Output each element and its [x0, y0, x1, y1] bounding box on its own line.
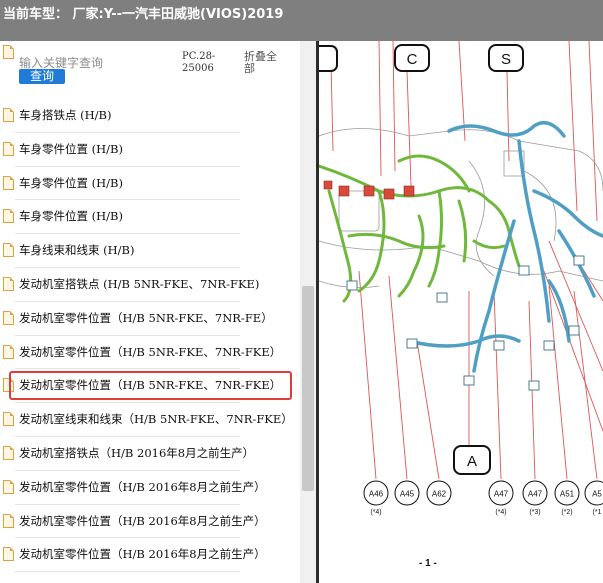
connector-note: (*4) — [370, 509, 381, 516]
small-connectors — [346, 255, 585, 391]
document-icon — [3, 141, 14, 156]
list-item-label: 发动机室搭铁点（H/B 2016年8月之前生产） — [19, 446, 255, 460]
document-icon — [3, 209, 14, 224]
list-item[interactable]: 发动机室零件位置（H/B 5NR-FKE、7NR-FE） — [0, 302, 300, 336]
connector-label: A5 — [592, 490, 602, 499]
list-item-label: 发动机室零件位置（H/B 2016年8月之前生产） — [19, 479, 266, 494]
connector-label: A46 — [369, 490, 384, 499]
document-icon — [3, 175, 14, 190]
list-item[interactable]: 发动机室零件位置（H/B 5NR-FKE、7NR-FKE） — [0, 369, 300, 404]
connector-note: (*1 — [593, 509, 602, 516]
scrollbar-thumb[interactable] — [302, 286, 314, 491]
list-item[interactable]: 车身线束和线束 (H/B) — [0, 234, 300, 268]
list-item[interactable]: 车身零件位置 (H/B) — [0, 167, 300, 201]
list-divider — [15, 571, 240, 573]
list-item-label: 车身零件位置 (H/B) — [19, 141, 123, 156]
document-icon — [3, 45, 14, 59]
connector-callouts: A46 (*4) A45 A62 A47 (*4) A47 (*3) A51 (*2) A5 (*1 — [363, 480, 603, 516]
title-bar: 当前车型： 厂家:Y--一汽丰田威驰(VIOS)2019 — [0, 0, 603, 41]
connector-label: A62 — [432, 490, 447, 499]
document-icon — [3, 277, 14, 291]
page-number: - 1 - — [419, 558, 437, 569]
selection-highlight — [9, 371, 292, 401]
document-icon — [3, 513, 14, 528]
list-item[interactable]: 发动机室搭铁点（H/B 2016年8月之前生产） — [0, 437, 300, 471]
connector-note: (*4) — [495, 509, 506, 516]
list-item[interactable]: 发动机室零件位置（H/B 2016年8月之前生产） — [0, 538, 300, 573]
list-item[interactable]: 发动机室线束和线束（H/B 5NR-FKE、7NR-FKE） — [0, 403, 300, 437]
document-icon — [3, 412, 14, 427]
leader-lines — [330, 41, 603, 480]
list-item-label: 发动机室搭铁点 (H/B 5NR-FKE、7NR-FKE) — [19, 277, 260, 291]
connector-label: A47 — [494, 490, 509, 499]
pc-code: PC.28-25006 — [182, 51, 216, 74]
window-title: 当前车型： 厂家:Y--一汽丰田威驰(VIOS)2019 — [3, 7, 284, 22]
document-icon — [3, 310, 14, 325]
list-item[interactable]: 车身零件位置 (H/B) — [0, 200, 300, 235]
connector-note: (*3) — [529, 509, 540, 516]
callout-box-partial — [319, 45, 338, 72]
connector-note: (*2) — [561, 509, 572, 516]
document-icon — [3, 446, 14, 460]
connector-label: A45 — [400, 490, 415, 499]
list-item-label: 发动机室零件位置（H/B 2016年8月之前生产） — [19, 547, 266, 562]
engine-bay-diagram: C S A A46 (*4) A45 A62 A47 (*4) A47 (*3) A51 (*2)… — [319, 41, 603, 569]
collapse-all-button[interactable]: 折叠全部 — [244, 51, 278, 75]
list-item[interactable]: 发动机室零件位置（H/B 2016年8月之前生产） — [0, 471, 300, 505]
sidebar: 输入关键字查询 查询 PC.28-25006 折叠全部 车身搭铁点 (H/B) 车… — [0, 41, 316, 583]
document-icon — [3, 344, 14, 359]
document-icon — [3, 243, 14, 258]
document-icon — [3, 547, 14, 562]
list-item-label: 发动机室线束和线束（H/B 5NR-FKE、7NR-FKE） — [19, 412, 293, 427]
list-item-label: 车身零件位置 (H/B) — [19, 175, 123, 190]
callout-label-s: S — [501, 51, 511, 68]
document-icon — [3, 108, 14, 122]
list-item[interactable]: 发动机室搭铁点 (H/B 5NR-FKE、7NR-FKE) — [0, 268, 300, 302]
search-row: 输入关键字查询 查询 PC.28-25006 折叠全部 — [0, 41, 300, 99]
list-item-label: 车身零件位置 (H/B) — [19, 209, 123, 224]
list-item-label: 车身线束和线束 (H/B) — [19, 243, 135, 258]
connector-label: A47 — [528, 490, 543, 499]
list-item[interactable]: 车身搭铁点 (H/B) — [0, 99, 300, 133]
callout-label-a: A — [467, 453, 477, 470]
list-item-label: 发动机室零件位置（H/B 5NR-FKE、7NR-FKE） — [19, 344, 282, 359]
document-icon — [3, 479, 14, 494]
list-item-label: 车身搭铁点 (H/B) — [19, 108, 112, 122]
list-item-label: 发动机室零件位置（H/B 2016年8月之前生产） — [19, 513, 266, 528]
list-item[interactable]: 发动机室零件位置（H/B 5NR-FKE、7NR-FKE） — [0, 336, 300, 370]
green-harness — [319, 154, 521, 303]
wiring-diagram: C S A A46 (*4) A45 A62 A47 (*4) A47 (*3) A51 (*2)… — [319, 41, 603, 583]
list-item[interactable]: 发动机室零件位置（H/B 2016年8月之前生产） — [0, 505, 300, 539]
connector-label: A51 — [560, 490, 575, 499]
search-button[interactable]: 查询 — [19, 69, 65, 84]
list-item-label: 发动机室零件位置（H/B 5NR-FKE、7NR-FE） — [19, 310, 273, 325]
callout-label-c: C — [407, 51, 418, 68]
list-item[interactable]: 车身零件位置 (H/B) — [0, 133, 300, 167]
